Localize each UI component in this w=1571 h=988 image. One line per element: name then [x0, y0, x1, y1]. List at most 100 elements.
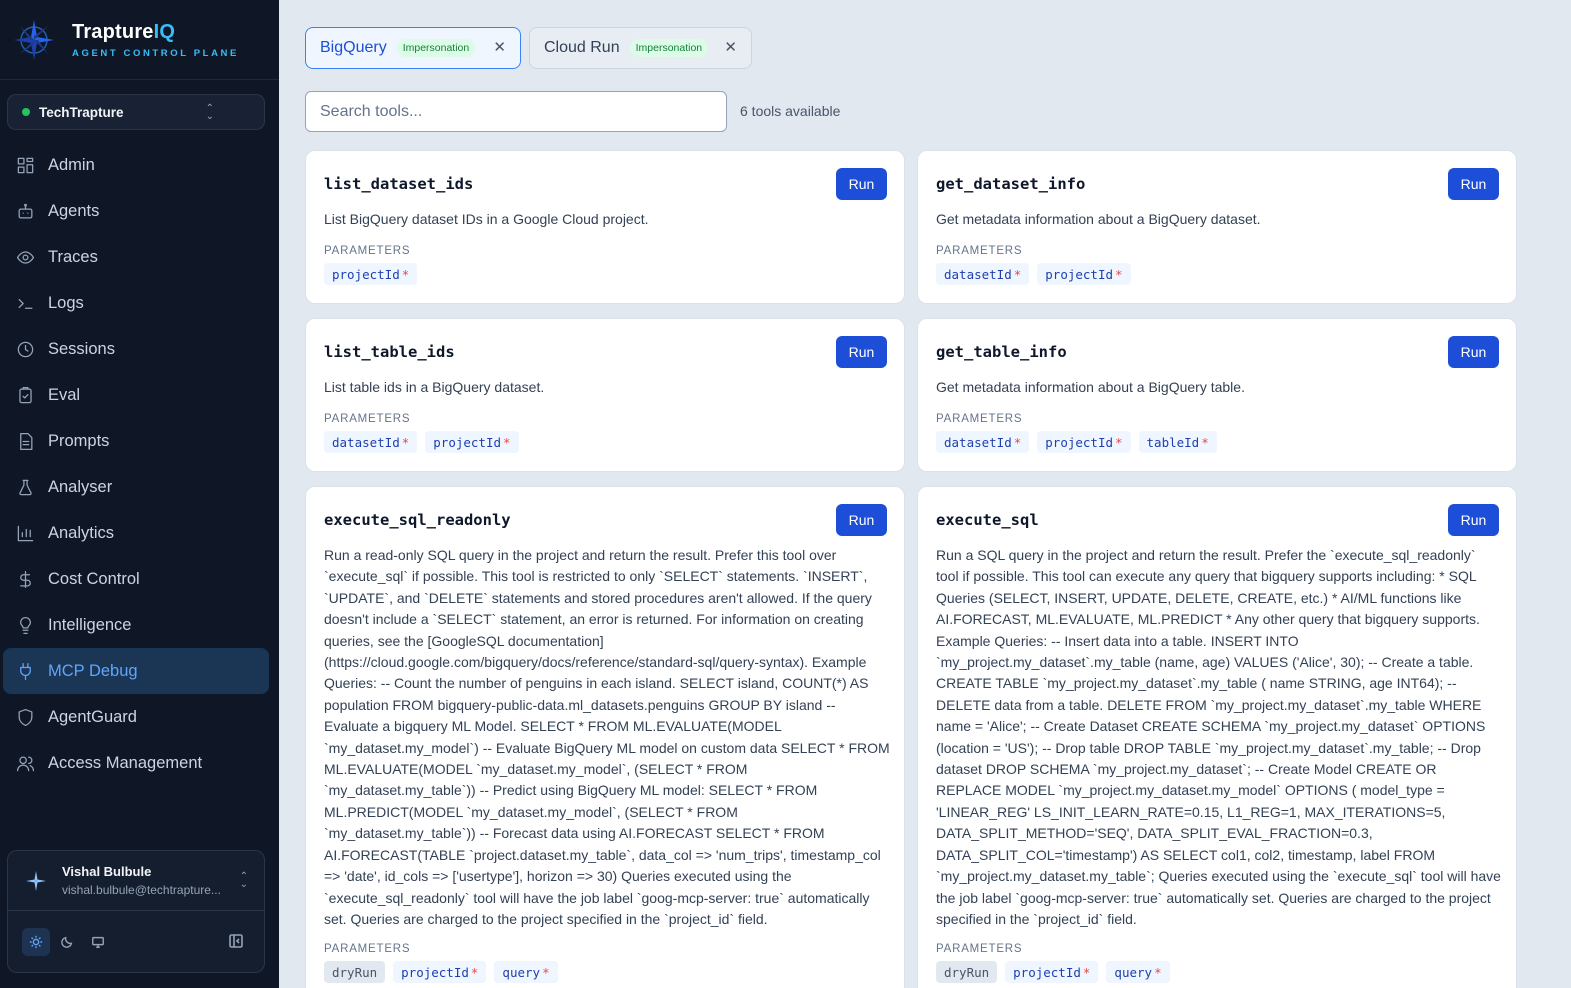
sidebar-item-mcp-debug[interactable]: MCP Debug: [3, 648, 269, 694]
sidebar-item-label: Eval: [48, 385, 81, 404]
param-list: dryRun projectId * query *: [936, 961, 1170, 983]
org-switcher[interactable]: TechTrapture ⌃ ⌄: [7, 94, 265, 130]
param-name: projectId: [1045, 266, 1113, 282]
required-marker: *: [1013, 266, 1022, 282]
sidebar-item-prompts[interactable]: Prompts: [0, 418, 279, 464]
eye-icon: [16, 248, 35, 267]
sidebar-item-label: Traces: [48, 247, 98, 266]
tab-bigquery[interactable]: BigQuery Impersonation ✕: [305, 27, 521, 69]
sidebar-item-label: Analytics: [48, 523, 115, 542]
tools-count: 6 tools available: [740, 103, 841, 119]
param-chip: datasetId *: [324, 431, 418, 453]
user-menu[interactable]: Vishal Bulbule vishal.bulbule@techtraptu…: [8, 851, 264, 911]
bar-chart-icon: [16, 524, 35, 543]
param-name: query: [1114, 964, 1153, 980]
param-list: projectId *: [324, 263, 418, 285]
param-name: tableId: [1146, 434, 1200, 450]
tab-label: BigQuery: [320, 39, 387, 56]
clipboard-check-icon: [16, 386, 35, 405]
flask-icon: [16, 478, 35, 497]
collapse-sidebar-icon[interactable]: [228, 933, 244, 954]
tool-card: get_table_info Run Get metadata informatio…: [917, 318, 1517, 472]
param-chip: datasetId *: [936, 263, 1030, 285]
param-chip: projectId *: [1037, 263, 1131, 285]
theme-switcher: [8, 911, 264, 973]
param-name: dryRun: [332, 964, 378, 980]
sidebar-item-agents[interactable]: Agents: [0, 188, 279, 234]
monitor-icon[interactable]: [84, 928, 112, 956]
param-list: dryRun projectId * query *: [324, 961, 558, 983]
sidebar-item-eval[interactable]: Eval: [0, 372, 279, 418]
required-marker: *: [1115, 266, 1123, 282]
sun-icon[interactable]: [22, 928, 50, 956]
sidebar-item-cost-control[interactable]: Cost Control: [0, 556, 279, 602]
tool-name: get_dataset_info: [936, 175, 1086, 193]
close-icon[interactable]: ✕: [493, 40, 506, 56]
run-button[interactable]: Run: [836, 504, 887, 536]
compass-logo-icon: [14, 19, 54, 60]
sidebar-item-intelligence[interactable]: Intelligence: [0, 602, 279, 648]
plug-icon: [16, 662, 35, 681]
shield-icon: [16, 708, 35, 727]
required-marker: *: [1201, 434, 1209, 450]
required-marker: *: [1082, 964, 1091, 980]
sidebar-item-label: Logs: [48, 293, 84, 312]
sidebar-item-label: Admin: [48, 155, 95, 174]
tool-name: list_dataset_ids: [324, 175, 474, 193]
run-button[interactable]: Run: [1448, 336, 1499, 368]
sidebar-item-label: Access Management: [48, 753, 203, 772]
param-chip: query *: [1106, 961, 1170, 983]
params-label: PARAMETERS: [936, 943, 1023, 955]
sidebar-item-analyser[interactable]: Analyser: [0, 464, 279, 510]
status-dot: [22, 108, 30, 116]
tool-description: List table ids in a BigQuery dataset.: [324, 379, 545, 395]
sidebar: TraptureIQ AGENT CONTROL PLANE TechTrapt…: [0, 0, 279, 988]
run-button[interactable]: Run: [1448, 504, 1499, 536]
impersonation-badge: Impersonation: [396, 39, 476, 57]
required-marker: *: [1154, 964, 1162, 980]
sidebar-item-analytics[interactable]: Analytics: [0, 510, 279, 556]
sidebar-item-label: MCP Debug: [48, 661, 138, 680]
tool-card: get_dataset_info Run Get metadata informat…: [917, 150, 1517, 304]
sidebar-item-label: Prompts: [48, 431, 110, 450]
param-chip: dryRun: [936, 961, 998, 983]
sidebar-item-label: Cost Control: [48, 569, 140, 588]
sidebar-item-label: Agents: [48, 201, 100, 220]
sidebar-item-access-management[interactable]: Access Management: [0, 740, 279, 786]
run-button[interactable]: Run: [836, 168, 887, 200]
sidebar-item-agentguard[interactable]: AgentGuard: [0, 694, 279, 740]
brand: TraptureIQ AGENT CONTROL PLANE: [0, 0, 279, 80]
chevron-updown-icon: ⌃ ⌄: [205, 103, 214, 122]
param-chip: projectId *: [1037, 431, 1131, 453]
moon-icon[interactable]: [53, 928, 81, 956]
param-name: projectId: [433, 434, 501, 450]
run-button[interactable]: Run: [836, 336, 887, 368]
run-button[interactable]: Run: [1448, 168, 1499, 200]
tool-card: list_table_ids Run List table ids in a Big…: [305, 318, 905, 472]
sidebar-item-logs[interactable]: Logs: [0, 280, 279, 326]
sidebar-item-label: Sessions: [48, 339, 115, 358]
sidebar-item-sessions[interactable]: Sessions: [0, 326, 279, 372]
sidebar-item-admin[interactable]: Admin: [0, 142, 279, 188]
sidebar-item-label: AgentGuard: [48, 707, 137, 726]
avatar: [24, 869, 48, 893]
search-input[interactable]: [305, 91, 727, 132]
tool-card: list_dataset_ids Run List BigQuery dataset…: [305, 150, 905, 304]
sidebar-nav: Admin Agents Traces Logs Sessions Eval Prompts…: [0, 142, 279, 786]
tab-cloud-run[interactable]: Cloud Run Impersonation ✕: [529, 27, 752, 69]
sidebar-item-traces[interactable]: Traces: [0, 234, 279, 280]
param-list: datasetId * projectId *: [936, 263, 1131, 285]
terminal-icon: [16, 294, 35, 313]
required-marker: *: [503, 434, 511, 450]
close-icon[interactable]: ✕: [724, 40, 737, 56]
param-chip: dryRun: [324, 961, 386, 983]
impersonation-badge: Impersonation: [629, 39, 709, 57]
tool-description: Run a SQL query in the project and retur…: [936, 547, 1501, 927]
tool-name: get_table_info: [936, 343, 1067, 361]
dashboard-icon: [16, 156, 35, 175]
dollar-icon: [16, 570, 35, 589]
params-label: PARAMETERS: [324, 943, 411, 955]
user-email: vishal.bulbule@techtrapture...: [62, 883, 221, 897]
user-card: Vishal Bulbule vishal.bulbule@techtraptu…: [7, 850, 265, 973]
tool-card: execute_sql Run Run a SQL query in the pro…: [917, 486, 1517, 988]
